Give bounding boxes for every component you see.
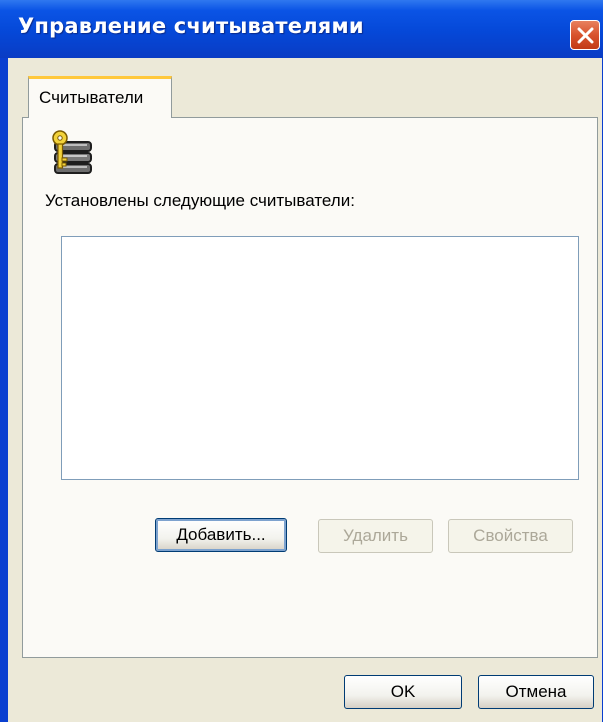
readers-list[interactable] [61,236,579,480]
properties-button[interactable]: Свойства [448,519,573,553]
title-bar[interactable]: Управление считывателями [0,0,603,58]
readers-tab-panel: Установлены следующие считыватели: Добав… [22,117,598,658]
window-title: Управление считывателями [18,14,364,38]
remove-button[interactable]: Удалить [318,519,433,553]
card-reader-key-icon [52,130,92,174]
close-button[interactable] [570,20,600,50]
close-icon [577,27,594,44]
tab-readers[interactable]: Считыватели [28,76,172,118]
add-button[interactable]: Добавить... [155,518,287,552]
cancel-button[interactable]: Отмена [478,675,594,709]
dialog-body: Считыватели Установлены следующие считыв… [8,58,602,722]
reader-management-dialog: Управление считывателями Считыватели Уст… [0,0,603,722]
installed-readers-label: Установлены следующие считыватели: [45,191,355,210]
tab-readers-label: Считыватели [39,88,144,107]
ok-button[interactable]: OK [344,675,462,709]
